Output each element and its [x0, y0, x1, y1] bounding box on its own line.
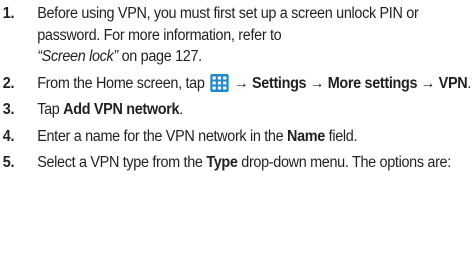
step-2: 2. From the Home screen, tap → Settings …: [0, 73, 474, 95]
step-4: 4. Enter a name for the VPN network in t…: [0, 126, 474, 148]
step-number: 2.: [2, 74, 15, 92]
menu-vpn: VPN: [438, 74, 468, 92]
step-5: 5. Select a VPN type from the Type drop-…: [0, 152, 474, 174]
add-vpn-network-label: Add VPN network: [63, 101, 180, 118]
step-text: From the Home screen, tap: [37, 74, 209, 92]
step-text-end: field.: [324, 127, 358, 145]
step-text: Before using VPN, you must first set up …: [37, 5, 419, 44]
step-text: Tap: [37, 101, 64, 118]
step-number: 1.: [2, 5, 15, 22]
step-text-end: drop-down menu. The options are:: [237, 154, 451, 171]
page-reference: on page 127.: [117, 48, 203, 65]
step-3: 3. Tap Add VPN network.: [0, 99, 474, 121]
menu-more-settings: More settings: [327, 74, 418, 92]
step-text: Enter a name for the VPN network in the: [37, 127, 287, 145]
arrow: →: [230, 74, 252, 92]
step-text-end: .: [467, 74, 472, 92]
name-field-label: Name: [286, 127, 325, 145]
step-number: 4.: [2, 127, 15, 145]
arrow: →: [306, 74, 328, 92]
step-list: 1. Before using VPN, you must first set …: [0, 3, 472, 179]
type-menu-label: Type: [206, 154, 238, 171]
apps-grid-icon: [210, 73, 229, 92]
menu-settings: Settings: [251, 74, 307, 92]
step-number: 5.: [2, 154, 15, 171]
step-text-end: .: [179, 101, 183, 118]
manual-page: 1. Before using VPN, you must first set …: [0, 0, 474, 270]
cross-reference: “Screen lock”: [37, 48, 118, 65]
arrow: →: [417, 74, 439, 92]
step-1: 1. Before using VPN, you must first set …: [0, 3, 474, 68]
step-text: Select a VPN type from the: [37, 154, 207, 171]
step-number: 3.: [2, 101, 15, 118]
